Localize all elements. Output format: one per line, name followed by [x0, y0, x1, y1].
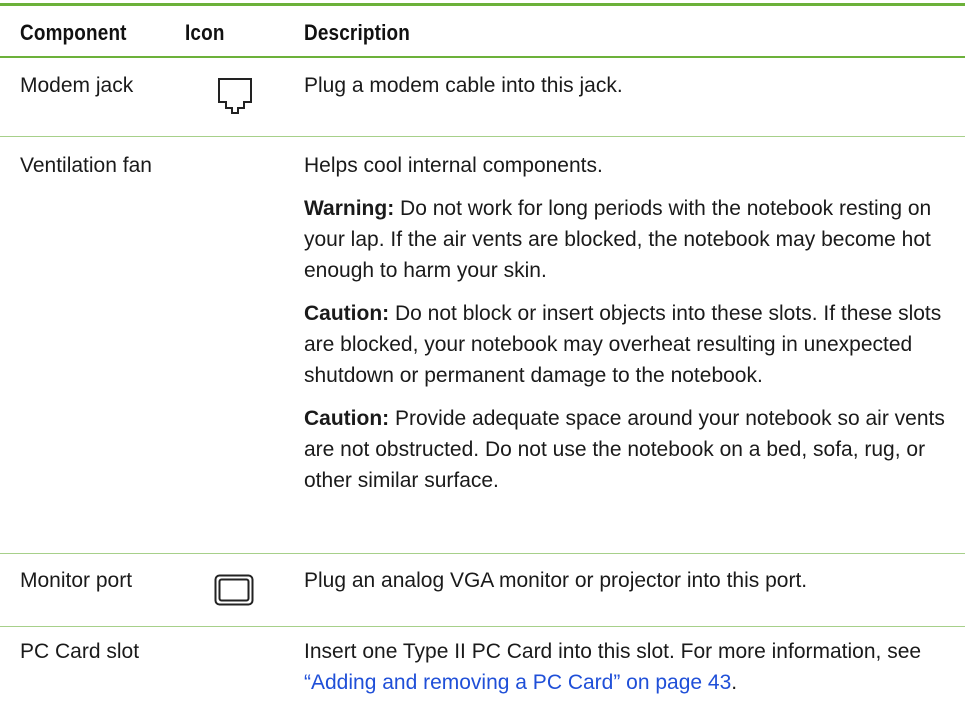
row-modem-jack-component: Modem jack	[20, 74, 134, 97]
row-modem-jack-description: Plug a modem cable into this jack.	[304, 70, 954, 113]
row-monitor-port-description: Plug an analog VGA monitor or projector …	[304, 565, 954, 608]
row-divider	[0, 626, 965, 627]
description-paragraph: Plug an analog VGA monitor or projector …	[304, 569, 808, 592]
caution-label: Caution:	[304, 407, 390, 430]
caution-paragraph: Caution: Do not block or insert objects …	[304, 298, 954, 391]
description-paragraph: Plug a modem cable into this jack.	[304, 74, 623, 97]
header-rule	[0, 56, 965, 58]
header-description: Description	[304, 20, 410, 45]
description-paragraph: Insert one Type II PC Card into this slo…	[304, 640, 922, 694]
row-ventilation-fan-component: Ventilation fan	[20, 154, 152, 177]
caution-text: Provide adequate space around your noteb…	[304, 407, 945, 492]
adding-removing-pc-card-link[interactable]: “Adding and removing a PC Card” on page …	[304, 671, 731, 694]
caution-paragraph: Caution: Provide adequate space around y…	[304, 403, 954, 496]
row-pc-card-slot-description: Insert one Type II PC Card into this slo…	[304, 636, 954, 710]
row-monitor-port-component: Monitor port	[20, 569, 133, 592]
row-divider	[0, 136, 965, 137]
warning-label: Warning:	[304, 197, 395, 220]
header-component: Component	[20, 20, 127, 45]
caution-label: Caution:	[304, 302, 390, 325]
caution-text: Do not block or insert objects into thes…	[304, 302, 942, 387]
modem-jack-icon	[218, 78, 252, 114]
header-icon: Icon	[185, 20, 225, 45]
warning-text: Do not work for long periods with the no…	[304, 197, 932, 282]
row-ventilation-fan-description: Helps cool internal components. Warning:…	[304, 150, 954, 508]
description-paragraph: Helps cool internal components.	[304, 154, 603, 177]
row-pc-card-slot-component: PC Card slot	[20, 640, 140, 663]
row-divider	[0, 553, 965, 554]
warning-paragraph: Warning: Do not work for long periods wi…	[304, 193, 954, 286]
monitor-port-icon	[214, 574, 254, 606]
table-top-rule	[0, 3, 965, 6]
